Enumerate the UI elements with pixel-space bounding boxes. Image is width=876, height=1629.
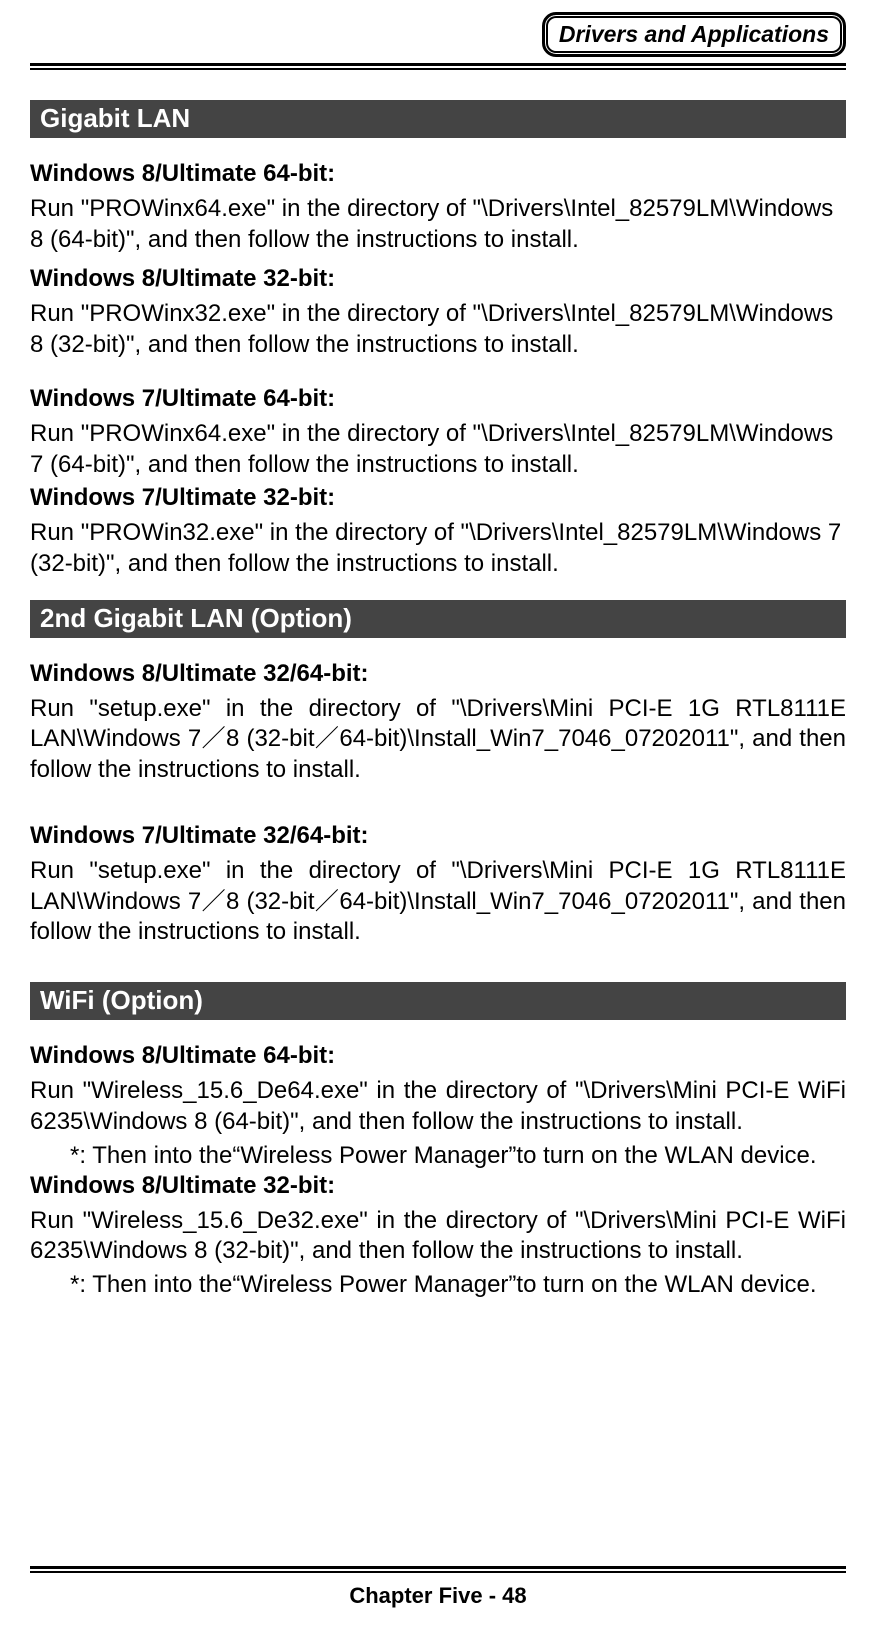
para-s3-win8-64: Run "Wireless_15.6_De64.exe" in the dire… xyxy=(30,1076,846,1137)
subhead-s3-win8-64: Windows 8/Ultimate 64-bit: xyxy=(30,1042,846,1070)
spacer xyxy=(30,790,846,812)
subhead-s3-win8-32: Windows 8/Ultimate 32-bit: xyxy=(30,1172,846,1200)
subhead-win7-32: Windows 7/Ultimate 32-bit: xyxy=(30,484,846,512)
para-win8-64: Run "PROWinx64.exe" in the directory of … xyxy=(30,194,846,255)
footer: Chapter Five - 48 xyxy=(30,1566,846,1609)
footer-rule xyxy=(30,1566,846,1573)
note-s3-win8-64: *: Then into the“Wireless Power Manager”… xyxy=(70,1142,846,1170)
spacer xyxy=(30,365,846,375)
subhead-s2-win7: Windows 7/Ultimate 32/64-bit: xyxy=(30,822,846,850)
subhead-win8-64: Windows 8/Ultimate 64-bit: xyxy=(30,160,846,188)
para-win8-32: Run "PROWinx32.exe" in the directory of … xyxy=(30,299,846,360)
para-s3-win8-32: Run "Wireless_15.6_De32.exe" in the dire… xyxy=(30,1206,846,1267)
para-win7-64: Run "PROWinx64.exe" in the directory of … xyxy=(30,419,846,480)
para-win7-32: Run "PROWin32.exe" in the directory of "… xyxy=(30,518,846,579)
section-title-wifi: WiFi (Option) xyxy=(30,982,846,1020)
subhead-win8-32: Windows 8/Ultimate 32-bit: xyxy=(30,265,846,293)
subhead-win7-64: Windows 7/Ultimate 64-bit: xyxy=(30,385,846,413)
subhead-s2-win8: Windows 8/Ultimate 32/64-bit: xyxy=(30,660,846,688)
section-title-2nd-gigabit-lan: 2nd Gigabit LAN (Option) xyxy=(30,600,846,638)
para-s2-win8: Run "setup.exe" in the directory of "\Dr… xyxy=(30,694,846,786)
para-s2-win7: Run "setup.exe" in the directory of "\Dr… xyxy=(30,856,846,948)
footer-text: Chapter Five - 48 xyxy=(30,1583,846,1609)
page: Drivers and Applications Gigabit LAN Win… xyxy=(0,0,876,1629)
section-title-gigabit-lan: Gigabit LAN xyxy=(30,100,846,138)
header-title: Drivers and Applications xyxy=(542,12,846,57)
header-rule xyxy=(30,63,846,70)
note-s3-win8-32: *: Then into the“Wireless Power Manager”… xyxy=(70,1271,846,1299)
